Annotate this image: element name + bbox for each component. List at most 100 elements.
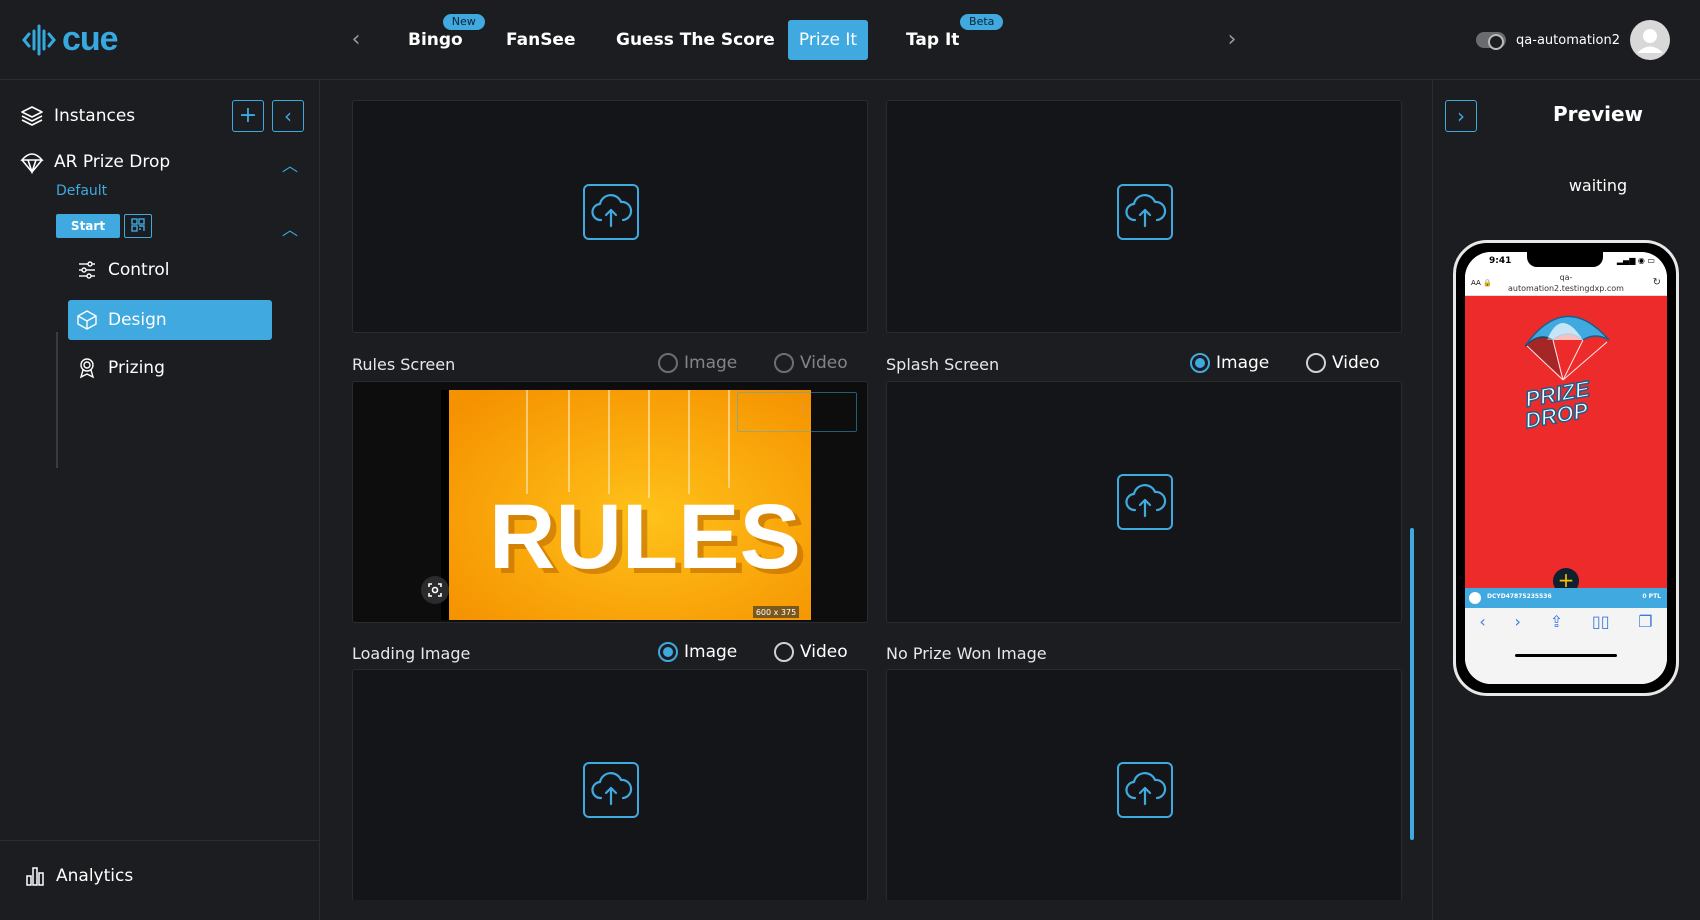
- cloud-upload-icon: [1125, 772, 1167, 806]
- preview-title: Preview: [1552, 102, 1644, 126]
- tab-guess-the-score[interactable]: Guess The Score: [602, 20, 789, 60]
- upload-button[interactable]: [583, 184, 639, 240]
- radio-label: Image: [1216, 353, 1270, 373]
- forward-icon: ›: [1514, 612, 1521, 631]
- url-line-2: automation2.testingdxp.com: [1508, 284, 1624, 293]
- loading-video-radio[interactable]: Video: [774, 642, 848, 662]
- rules-screen-card[interactable]: RULES RULES 600 x 375 ⋮: [352, 381, 868, 623]
- chevron-up-icon[interactable]: ︿: [280, 216, 300, 239]
- sidebar-item-control[interactable]: Control: [68, 250, 272, 290]
- award-icon: [79, 358, 95, 379]
- upload-button[interactable]: [1117, 184, 1173, 240]
- chevron-up-icon[interactable]: ︿: [280, 152, 300, 175]
- radio-button[interactable]: [658, 353, 678, 373]
- no-prize-won-card[interactable]: [886, 669, 1402, 900]
- tab-tap-it[interactable]: Tap It Beta: [892, 14, 1004, 60]
- design-content: Rules Screen Image Video RULES RULES 600…: [340, 100, 1406, 900]
- tab-bingo[interactable]: Bingo New: [394, 14, 485, 60]
- top-bar: cue ‹ Bingo New FanSee Guess The Score P…: [0, 0, 1700, 80]
- radio-button[interactable]: [1306, 353, 1326, 373]
- analytics-label: Analytics: [56, 866, 134, 886]
- cloud-upload-icon: [1125, 194, 1167, 228]
- add-instance-button[interactable]: +: [232, 100, 264, 132]
- username: qa-automation2: [1516, 32, 1620, 48]
- tab-fansee[interactable]: FanSee: [492, 20, 590, 60]
- avatar[interactable]: [1630, 20, 1670, 60]
- bar-chart-icon: [26, 867, 44, 886]
- collapse-preview-button[interactable]: ›: [1445, 100, 1477, 132]
- cue-waveform-icon: [22, 24, 56, 55]
- sidebar: Instances + ‹ AR Prize Drop ︿ Default St…: [0, 80, 320, 920]
- upload-button[interactable]: [583, 762, 639, 818]
- user-avatar-icon: [1637, 29, 1663, 53]
- tree-line: [56, 332, 58, 468]
- crop-focus-button[interactable]: [421, 576, 449, 604]
- radio-label: Video: [1332, 353, 1380, 373]
- no-prize-won-label: No Prize Won Image: [886, 643, 1047, 663]
- radio-label: Video: [800, 353, 848, 373]
- qr-code-button[interactable]: [124, 214, 152, 238]
- cue-logo[interactable]: cue: [22, 20, 119, 59]
- share-icon: ⇪: [1549, 612, 1564, 631]
- cube-icon: [77, 310, 97, 330]
- start-button[interactable]: Start: [56, 214, 120, 238]
- splash-image-radio[interactable]: Image: [1190, 353, 1269, 373]
- radio-button[interactable]: [774, 642, 794, 662]
- rules-screen-label: Rules Screen: [352, 354, 456, 374]
- logo-text: cue: [62, 20, 119, 58]
- radio-label: Video: [800, 642, 848, 662]
- phone-status-bar: 9:41 ▂▄▆ ◉ ▭: [1465, 252, 1667, 272]
- tabs-scroll-right-icon[interactable]: ›: [1222, 28, 1242, 52]
- theme-toggle[interactable]: [1476, 32, 1507, 50]
- radio-label: Image: [684, 642, 738, 662]
- layers-icon: [21, 106, 43, 126]
- more-vertical-icon[interactable]: ⋮: [797, 402, 809, 420]
- tab-label: FanSee: [506, 30, 576, 50]
- sidebar-item-label: Design: [108, 310, 167, 330]
- sidebar-item-label: Prizing: [108, 358, 165, 378]
- radio-button[interactable]: [774, 353, 794, 373]
- rules-image-radio[interactable]: Image: [658, 353, 737, 373]
- loading-image-card[interactable]: [352, 669, 868, 900]
- phone-game-footer: DCYD47875235536 0 PTL: [1465, 588, 1667, 608]
- beta-badge: Beta: [960, 14, 1004, 30]
- upload-card-top-right[interactable]: [886, 100, 1402, 333]
- home-indicator: [1515, 654, 1617, 657]
- tab-label: Bingo: [408, 30, 463, 50]
- cloud-upload-icon: [1125, 484, 1167, 518]
- instance-name[interactable]: Default: [56, 183, 107, 199]
- sidebar-item-prizing[interactable]: Prizing: [68, 348, 272, 388]
- upload-button[interactable]: [1117, 762, 1173, 818]
- loading-image-radio[interactable]: Image: [658, 642, 737, 662]
- reload-icon: ↻: [1652, 277, 1661, 288]
- preview-status: waiting: [1568, 176, 1628, 195]
- bookmarks-icon: ▯▯: [1591, 612, 1610, 631]
- sidebar-item-design[interactable]: Design: [68, 300, 272, 340]
- radio-button-selected[interactable]: [658, 642, 678, 662]
- splash-video-radio[interactable]: Video: [1306, 353, 1380, 373]
- analytics-section[interactable]: Analytics: [0, 840, 320, 920]
- splash-screen-card[interactable]: [886, 381, 1402, 623]
- phone-address-bar: AA 🔒 qa- automation2.testingdxp.com ↻: [1465, 272, 1667, 296]
- tabs-scroll-left-icon[interactable]: ‹: [346, 28, 366, 52]
- tab-label: Guess The Score: [616, 30, 775, 50]
- tab-prize-it[interactable]: Prize It: [788, 20, 868, 60]
- game-header[interactable]: AR Prize Drop: [20, 150, 170, 174]
- parachute-logo: PRIZE DROP: [1522, 315, 1610, 434]
- content-scrollbar[interactable]: [1410, 528, 1414, 840]
- instances-label: Instances: [54, 106, 136, 126]
- sidebar-item-label: Control: [108, 260, 170, 280]
- upload-button[interactable]: [1117, 474, 1173, 530]
- collapse-sidebar-button[interactable]: ‹: [272, 100, 304, 132]
- analytics-link[interactable]: Analytics: [24, 865, 133, 887]
- radio-button-selected[interactable]: [1190, 353, 1210, 373]
- rules-video-radio[interactable]: Video: [774, 353, 848, 373]
- image-size-label: 600 x 375: [756, 608, 796, 617]
- upload-card-top-left[interactable]: [352, 100, 868, 333]
- tabs-icon: ❐: [1638, 612, 1653, 631]
- cloud-upload-icon: [591, 194, 633, 228]
- user-menu[interactable]: qa-automation2: [1476, 20, 1670, 60]
- phone-preview: 9:41 ▂▄▆ ◉ ▭ AA 🔒 qa- automation2.testin…: [1453, 240, 1679, 696]
- focus-icon: [428, 583, 442, 597]
- phone-time: 9:41: [1489, 256, 1512, 266]
